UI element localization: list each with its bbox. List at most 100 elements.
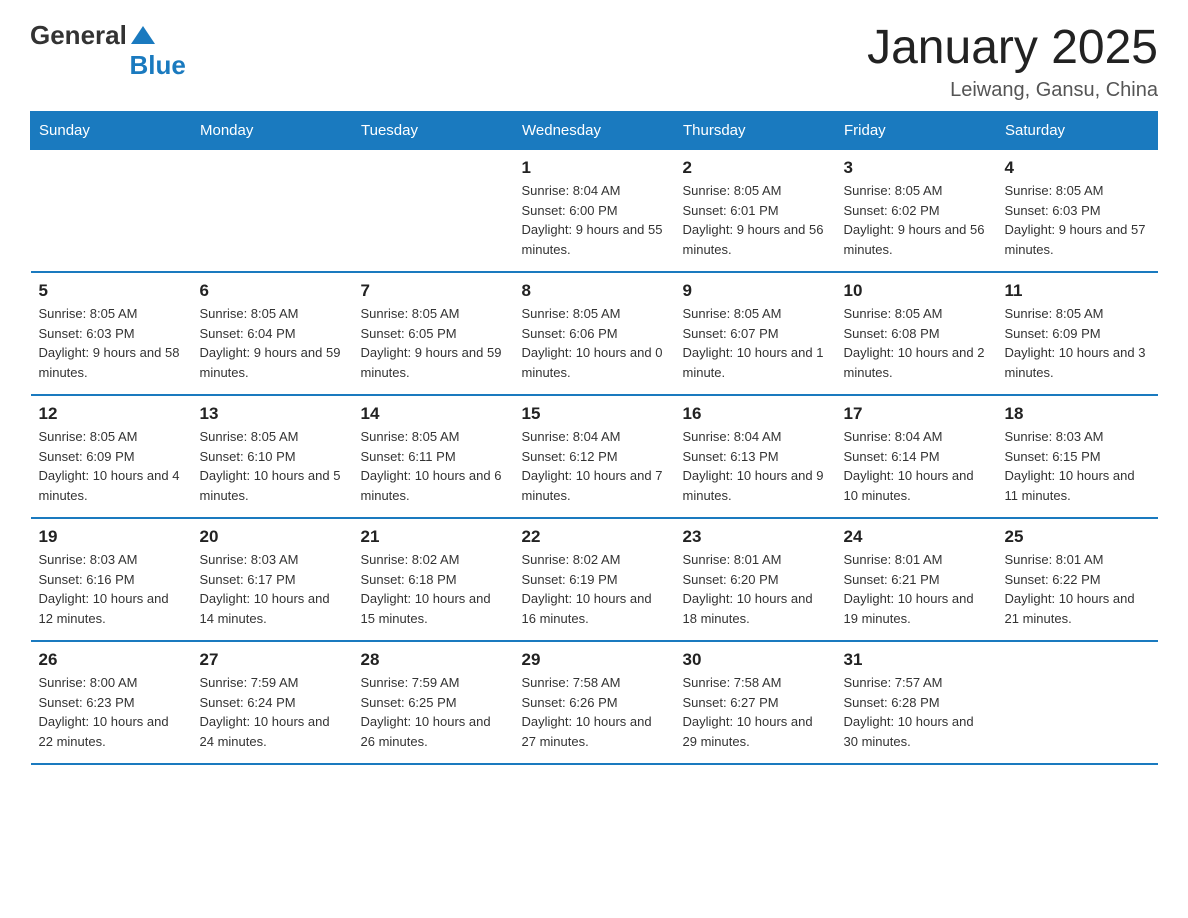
- day-info: Sunrise: 8:05 AMSunset: 6:04 PMDaylight:…: [200, 304, 345, 382]
- header-thursday: Thursday: [675, 112, 836, 150]
- day-info: Sunrise: 8:00 AMSunset: 6:23 PMDaylight:…: [39, 673, 184, 751]
- calendar-cell: 8Sunrise: 8:05 AMSunset: 6:06 PMDaylight…: [514, 272, 675, 395]
- calendar-cell: 3 Sunrise: 8:05 AMSunset: 6:02 PMDaylight…: [836, 150, 997, 273]
- calendar-header-row: SundayMondayTuesdayWednesdayThursdayFrid…: [31, 112, 1158, 150]
- calendar-cell: [353, 150, 514, 273]
- calendar-title: January 2025: [867, 20, 1158, 75]
- day-info: Sunrise: 8:05 AMSunset: 6:05 PMDaylight:…: [361, 304, 506, 382]
- calendar-cell: 23 Sunrise: 8:01 AMSunset: 6:20 PMDayligh…: [675, 518, 836, 641]
- day-info: Sunrise: 8:04 AMSunset: 6:14 PMDaylight:…: [844, 427, 989, 505]
- day-info: Sunrise: 8:05 AMSunset: 6:08 PMDaylight:…: [844, 304, 989, 382]
- day-info: Sunrise: 8:05 AMSunset: 6:01 PMDaylight:…: [683, 181, 828, 259]
- day-number: 18: [1005, 404, 1150, 424]
- calendar-cell: 11Sunrise: 8:05 AMSunset: 6:09 PMDayligh…: [997, 272, 1158, 395]
- header-monday: Monday: [192, 112, 353, 150]
- header-wednesday: Wednesday: [514, 112, 675, 150]
- day-number: 23: [683, 527, 828, 547]
- calendar-cell: 15 Sunrise: 8:04 AMSunset: 6:12 PMDayligh…: [514, 395, 675, 518]
- calendar-cell: 29 Sunrise: 7:58 AMSunset: 6:26 PMDayligh…: [514, 641, 675, 764]
- calendar-cell: 4 Sunrise: 8:05 AMSunset: 6:03 PMDaylight…: [997, 150, 1158, 273]
- calendar-subtitle: Leiwang, Gansu, China: [867, 79, 1158, 102]
- calendar-cell: 28Sunrise: 7:59 AMSunset: 6:25 PMDayligh…: [353, 641, 514, 764]
- calendar-cell: 17 Sunrise: 8:04 AMSunset: 6:14 PMDayligh…: [836, 395, 997, 518]
- calendar-cell: [31, 150, 192, 273]
- day-number: 8: [522, 281, 667, 301]
- day-number: 13: [200, 404, 345, 424]
- header-tuesday: Tuesday: [353, 112, 514, 150]
- calendar-cell: 13 Sunrise: 8:05 AMSunset: 6:10 PMDayligh…: [192, 395, 353, 518]
- day-info: Sunrise: 8:02 AMSunset: 6:18 PMDaylight:…: [361, 550, 506, 628]
- calendar-cell: 21 Sunrise: 8:02 AMSunset: 6:18 PMDayligh…: [353, 518, 514, 641]
- calendar-cell: 1 Sunrise: 8:04 AMSunset: 6:00 PMDaylight…: [514, 150, 675, 273]
- day-number: 12: [39, 404, 184, 424]
- day-number: 16: [683, 404, 828, 424]
- logo-blue-text: Blue: [129, 50, 185, 80]
- day-number: 4: [1005, 158, 1150, 178]
- calendar-cell: 2Sunrise: 8:05 AMSunset: 6:01 PMDaylight…: [675, 150, 836, 273]
- day-number: 29: [522, 650, 667, 670]
- day-info: Sunrise: 8:05 AMSunset: 6:09 PMDaylight:…: [1005, 304, 1150, 382]
- calendar-cell: 19Sunrise: 8:03 AMSunset: 6:16 PMDayligh…: [31, 518, 192, 641]
- day-info: Sunrise: 8:04 AMSunset: 6:00 PMDaylight:…: [522, 181, 667, 259]
- day-number: 7: [361, 281, 506, 301]
- calendar-cell: 18 Sunrise: 8:03 AMSunset: 6:15 PMDayligh…: [997, 395, 1158, 518]
- calendar-cell: 26 Sunrise: 8:00 AMSunset: 6:23 PMDayligh…: [31, 641, 192, 764]
- week-row-5: 26 Sunrise: 8:00 AMSunset: 6:23 PMDayligh…: [31, 641, 1158, 764]
- day-info: Sunrise: 8:05 AMSunset: 6:10 PMDaylight:…: [200, 427, 345, 505]
- day-number: 26: [39, 650, 184, 670]
- day-info: Sunrise: 8:05 AMSunset: 6:09 PMDaylight:…: [39, 427, 184, 505]
- day-number: 20: [200, 527, 345, 547]
- calendar-cell: 5 Sunrise: 8:05 AMSunset: 6:03 PMDaylight…: [31, 272, 192, 395]
- day-number: 14: [361, 404, 506, 424]
- calendar-cell: [997, 641, 1158, 764]
- day-number: 17: [844, 404, 989, 424]
- day-info: Sunrise: 7:57 AMSunset: 6:28 PMDaylight:…: [844, 673, 989, 751]
- day-info: Sunrise: 7:58 AMSunset: 6:26 PMDaylight:…: [522, 673, 667, 751]
- week-row-3: 12 Sunrise: 8:05 AMSunset: 6:09 PMDayligh…: [31, 395, 1158, 518]
- header-friday: Friday: [836, 112, 997, 150]
- day-info: Sunrise: 8:03 AMSunset: 6:15 PMDaylight:…: [1005, 427, 1150, 505]
- day-info: Sunrise: 8:02 AMSunset: 6:19 PMDaylight:…: [522, 550, 667, 628]
- day-number: 27: [200, 650, 345, 670]
- day-number: 22: [522, 527, 667, 547]
- calendar-cell: 6 Sunrise: 8:05 AMSunset: 6:04 PMDaylight…: [192, 272, 353, 395]
- calendar-table: SundayMondayTuesdayWednesdayThursdayFrid…: [30, 111, 1158, 765]
- day-number: 3: [844, 158, 989, 178]
- day-number: 6: [200, 281, 345, 301]
- day-info: Sunrise: 8:01 AMSunset: 6:22 PMDaylight:…: [1005, 550, 1150, 628]
- day-number: 24: [844, 527, 989, 547]
- day-number: 10: [844, 281, 989, 301]
- week-row-1: 1 Sunrise: 8:04 AMSunset: 6:00 PMDaylight…: [31, 150, 1158, 273]
- day-number: 19: [39, 527, 184, 547]
- day-info: Sunrise: 8:05 AMSunset: 6:03 PMDaylight:…: [39, 304, 184, 382]
- day-number: 5: [39, 281, 184, 301]
- calendar-cell: 10 Sunrise: 8:05 AMSunset: 6:08 PMDayligh…: [836, 272, 997, 395]
- day-info: Sunrise: 8:05 AMSunset: 6:03 PMDaylight:…: [1005, 181, 1150, 259]
- logo: General: [30, 20, 157, 51]
- day-info: Sunrise: 8:04 AMSunset: 6:13 PMDaylight:…: [683, 427, 828, 505]
- day-number: 9: [683, 281, 828, 301]
- day-info: Sunrise: 8:03 AMSunset: 6:17 PMDaylight:…: [200, 550, 345, 628]
- day-number: 15: [522, 404, 667, 424]
- day-info: Sunrise: 8:04 AMSunset: 6:12 PMDaylight:…: [522, 427, 667, 505]
- calendar-cell: 20 Sunrise: 8:03 AMSunset: 6:17 PMDayligh…: [192, 518, 353, 641]
- day-number: 21: [361, 527, 506, 547]
- day-info: Sunrise: 7:59 AMSunset: 6:25 PMDaylight:…: [361, 673, 506, 751]
- day-info: Sunrise: 8:05 AMSunset: 6:02 PMDaylight:…: [844, 181, 989, 259]
- calendar-cell: 7 Sunrise: 8:05 AMSunset: 6:05 PMDaylight…: [353, 272, 514, 395]
- day-info: Sunrise: 8:01 AMSunset: 6:21 PMDaylight:…: [844, 550, 989, 628]
- calendar-cell: 31Sunrise: 7:57 AMSunset: 6:28 PMDayligh…: [836, 641, 997, 764]
- logo-general-text: General: [30, 20, 127, 51]
- header-sunday: Sunday: [31, 112, 192, 150]
- calendar-cell: 25Sunrise: 8:01 AMSunset: 6:22 PMDayligh…: [997, 518, 1158, 641]
- day-info: Sunrise: 8:05 AMSunset: 6:11 PMDaylight:…: [361, 427, 506, 505]
- day-info: Sunrise: 8:05 AMSunset: 6:07 PMDaylight:…: [683, 304, 828, 382]
- logo-icon: [129, 22, 157, 50]
- week-row-4: 19Sunrise: 8:03 AMSunset: 6:16 PMDayligh…: [31, 518, 1158, 641]
- day-info: Sunrise: 8:01 AMSunset: 6:20 PMDaylight:…: [683, 550, 828, 628]
- calendar-cell: 30Sunrise: 7:58 AMSunset: 6:27 PMDayligh…: [675, 641, 836, 764]
- header-saturday: Saturday: [997, 112, 1158, 150]
- day-number: 1: [522, 158, 667, 178]
- calendar-cell: 22 Sunrise: 8:02 AMSunset: 6:19 PMDayligh…: [514, 518, 675, 641]
- calendar-cell: 9 Sunrise: 8:05 AMSunset: 6:07 PMDaylight…: [675, 272, 836, 395]
